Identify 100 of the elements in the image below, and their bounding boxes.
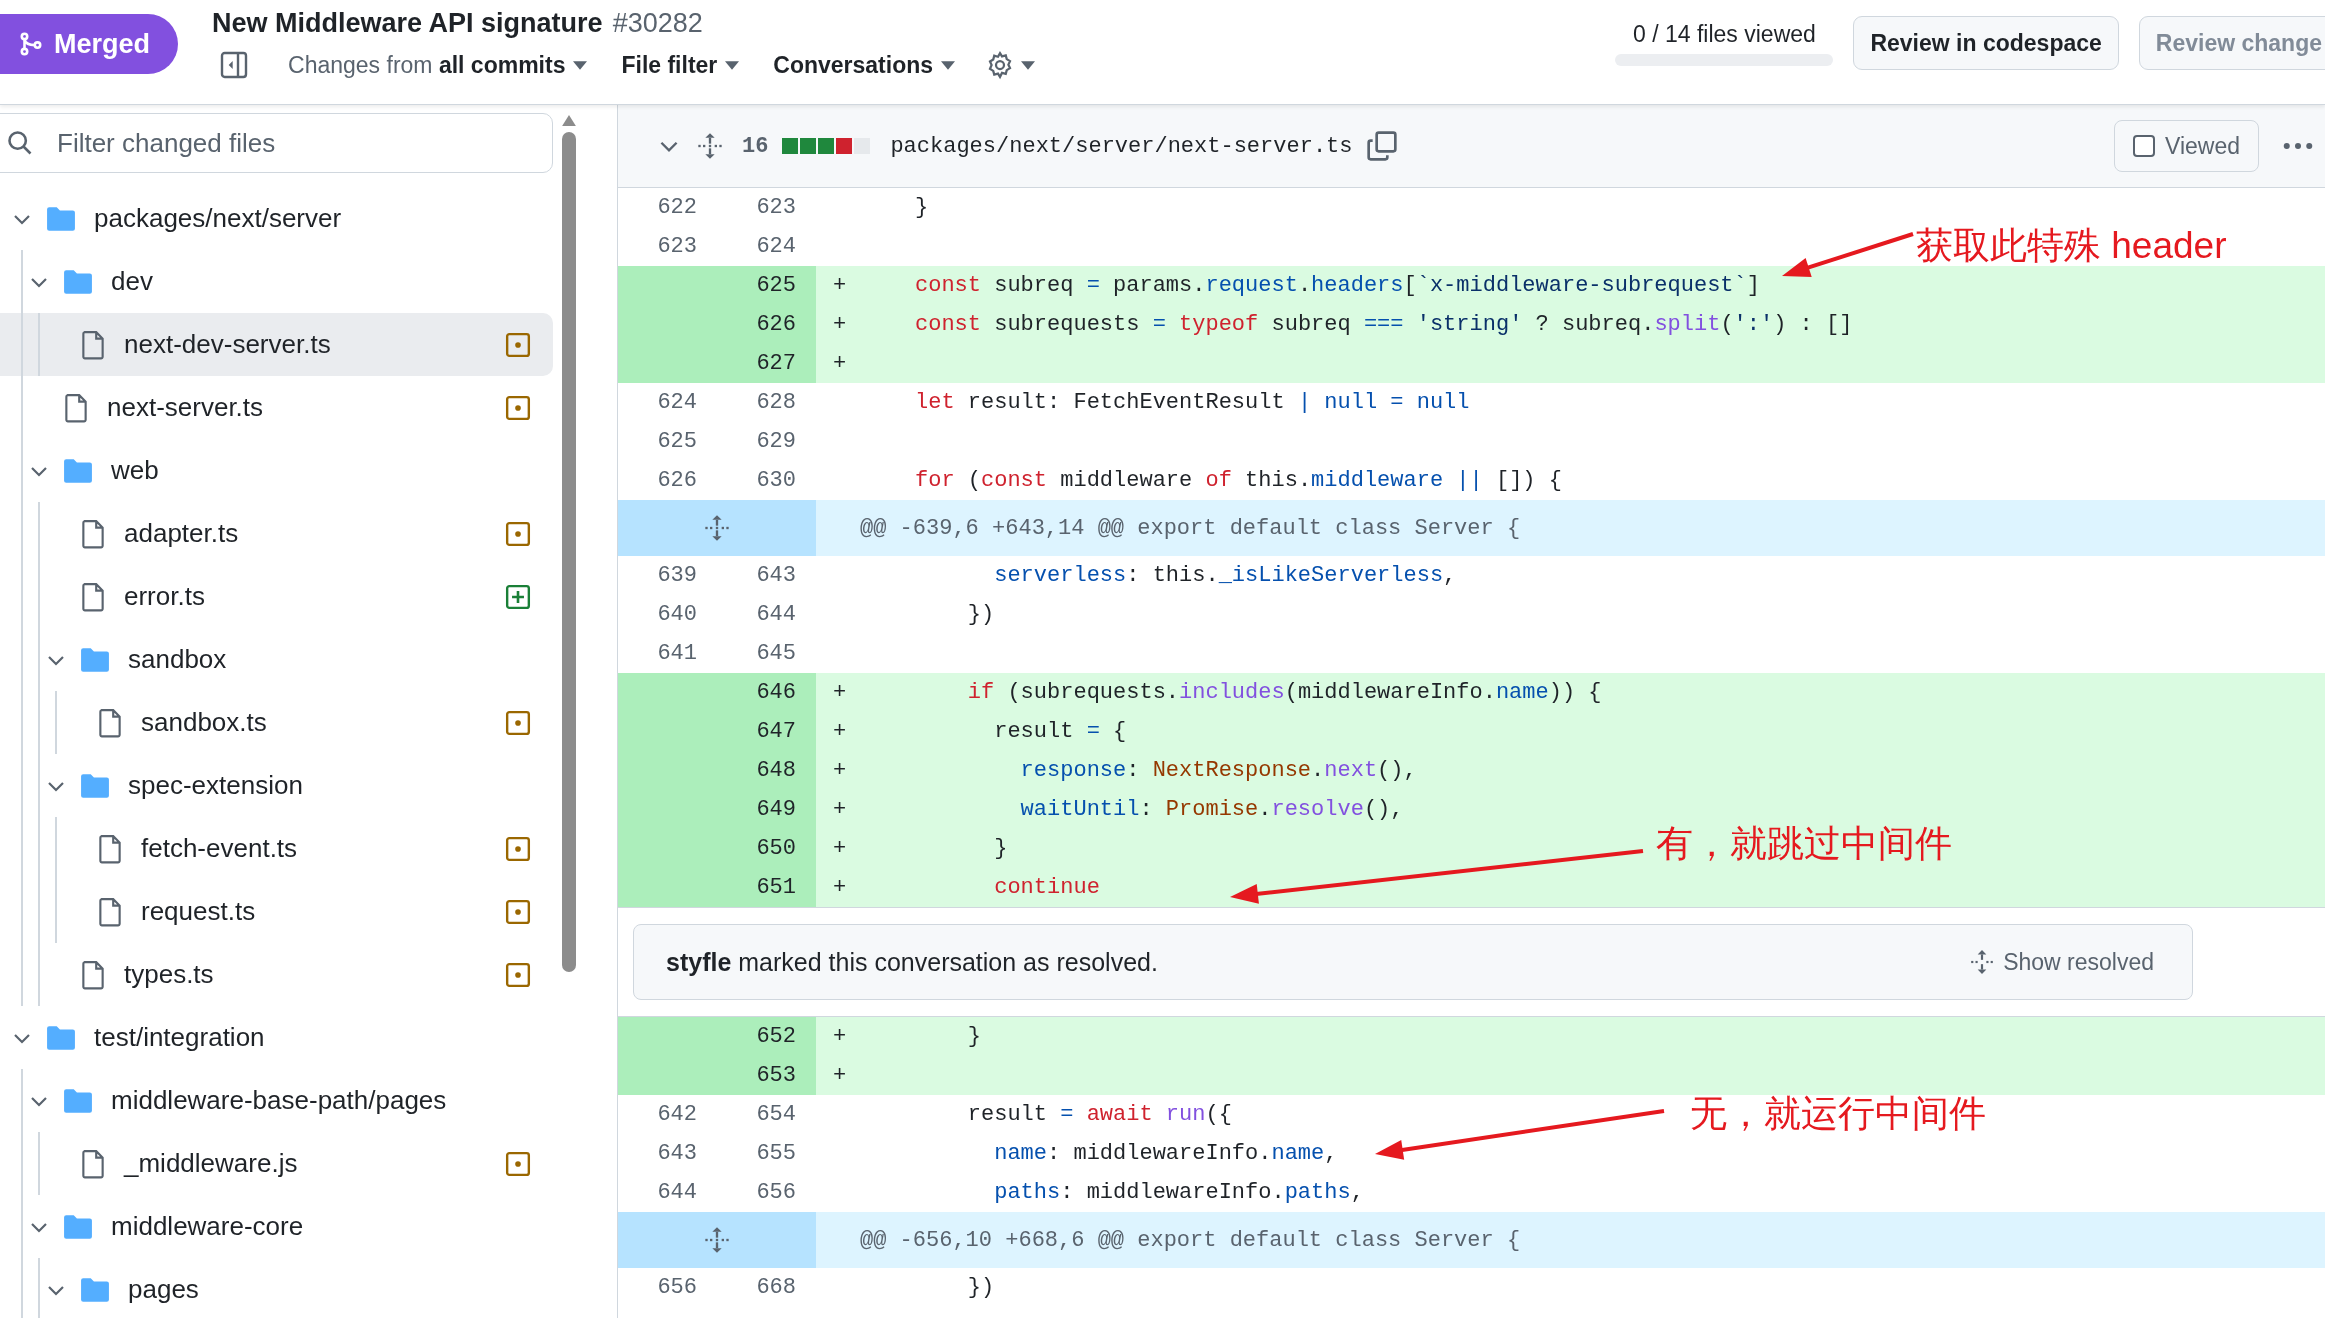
line-number[interactable]: 649: [717, 790, 816, 829]
folder-item[interactable]: dev: [0, 250, 553, 313]
diffstat-block: [782, 138, 799, 154]
file-item[interactable]: sandbox.ts: [0, 691, 553, 754]
filter-dropdown[interactable]: File filter: [621, 51, 740, 79]
diff-marker: +: [833, 758, 847, 783]
line-number[interactable]: 626: [717, 305, 816, 344]
folder-icon: [46, 1024, 76, 1051]
code-line: for (const middleware of this.middleware || []) {: [915, 468, 1562, 493]
file-item[interactable]: next-server.ts: [0, 376, 553, 439]
diffstat-block: [818, 138, 835, 154]
folder-item[interactable]: web: [0, 439, 553, 502]
folder-item[interactable]: sandbox: [0, 628, 553, 691]
folder-item[interactable]: test/integration: [0, 1006, 553, 1069]
file-item[interactable]: request.ts: [0, 880, 553, 943]
line-number[interactable]: 623: [618, 227, 717, 266]
line-number[interactable]: 639: [618, 556, 717, 595]
modified-icon: [505, 520, 531, 547]
review-button[interactable]: Review in codespace: [1853, 16, 2119, 70]
line-number[interactable]: 647: [717, 712, 816, 751]
expand-icon[interactable]: [696, 132, 724, 160]
line-number[interactable]: 652: [717, 1017, 816, 1056]
code-line: }: [915, 195, 929, 220]
folder-item[interactable]: middleware-core: [0, 1195, 553, 1258]
folder-icon: [63, 457, 93, 484]
line-number[interactable]: 640: [618, 595, 717, 634]
scroll-up-icon[interactable]: [562, 115, 576, 126]
line-number[interactable]: 629: [717, 422, 816, 461]
expand-icon: [1969, 949, 1996, 975]
file-item[interactable]: types.ts: [0, 943, 553, 1006]
file-icon: [80, 959, 106, 990]
line-number[interactable]: 651: [717, 868, 816, 907]
annotation-text: 无，就运行中间件: [1690, 1092, 1986, 1136]
expand-icon[interactable]: [703, 514, 731, 542]
search-field[interactable]: Filter changed files: [0, 113, 553, 173]
folder-icon: [63, 1213, 93, 1240]
modified-icon: [505, 961, 531, 988]
line-number[interactable]: 623: [717, 188, 816, 227]
file-item[interactable]: next-dev-server.ts: [0, 313, 553, 376]
line-number[interactable]: 653: [717, 1056, 816, 1095]
file-item[interactable]: error.ts: [0, 565, 553, 628]
expand-icon[interactable]: [703, 1226, 731, 1254]
line-number[interactable]: 624: [618, 383, 717, 422]
line-number[interactable]: 646: [717, 673, 816, 712]
resolved-message: styfle marked this conversation as resolved.: [666, 947, 1158, 977]
line-number[interactable]: 654: [717, 1095, 816, 1134]
line-number[interactable]: 645: [717, 634, 816, 673]
line-number[interactable]: 624: [717, 227, 816, 266]
file-path: packages/next/server/next-server.ts: [890, 133, 1353, 159]
line-number[interactable]: 650: [717, 829, 816, 868]
folder-item[interactable]: middleware-base-path/pages: [0, 1069, 553, 1132]
modified-icon: [505, 835, 531, 862]
diff-marker: +: [833, 273, 847, 298]
line-number[interactable]: 643: [618, 1134, 717, 1173]
line-number[interactable]: 644: [717, 595, 816, 634]
search-icon: [6, 129, 34, 157]
pr-number: #30282: [612, 8, 703, 39]
filter-dropdown[interactable]: Conversations: [773, 51, 956, 79]
folder-icon: [46, 205, 76, 232]
line-number[interactable]: 627: [717, 344, 816, 383]
line-number[interactable]: 641: [618, 634, 717, 673]
code-line: name: middlewareInfo.name,: [993, 1141, 1338, 1166]
line-number[interactable]: 648: [717, 751, 816, 790]
line-number[interactable]: 628: [717, 383, 816, 422]
line-number[interactable]: 625: [717, 266, 816, 305]
file-icon: [80, 1148, 106, 1179]
line-number[interactable]: 644: [618, 1173, 717, 1212]
code-line: }: [993, 836, 1008, 861]
folder-item[interactable]: pages: [0, 1258, 553, 1318]
file-item[interactable]: _middleware.js: [0, 1132, 553, 1195]
files-viewed-count: 0 / 14 files viewed: [1633, 20, 1816, 48]
modified-icon: [505, 331, 531, 358]
file-item[interactable]: fetch-event.ts: [0, 817, 553, 880]
folder-item[interactable]: spec-extension: [0, 754, 553, 817]
copy-icon[interactable]: [1366, 130, 1399, 162]
line-number[interactable]: 622: [618, 188, 717, 227]
line-number[interactable]: 626: [618, 461, 717, 500]
line-number[interactable]: 630: [717, 461, 816, 500]
file-icon: [97, 707, 123, 738]
line-number[interactable]: 642: [618, 1095, 717, 1134]
file-item[interactable]: adapter.ts: [0, 502, 553, 565]
caret-icon: [725, 60, 740, 70]
filter-dropdown[interactable]: Changes from all commits: [288, 51, 588, 79]
file-icon: [97, 896, 123, 927]
line-number[interactable]: 655: [717, 1134, 816, 1173]
folder-item[interactable]: packages/next/server: [0, 187, 553, 250]
diff-marker: +: [833, 680, 847, 705]
line-number[interactable]: 625: [618, 422, 717, 461]
viewed-toggle[interactable]: Viewed: [2113, 120, 2259, 172]
line-number[interactable]: 668: [717, 1268, 816, 1307]
more-options-icon[interactable]: [2283, 141, 2313, 151]
code-line: let result: FetchEventResult | null = null: [915, 390, 1470, 415]
folder-icon: [63, 1087, 93, 1114]
line-number[interactable]: 656: [717, 1173, 816, 1212]
caret-icon: [1021, 60, 1036, 70]
line-number[interactable]: 656: [618, 1268, 717, 1307]
modified-icon: [505, 898, 531, 925]
line-number[interactable]: 643: [717, 556, 816, 595]
show-resolved-button[interactable]: Show resolved: [1963, 947, 2160, 977]
pr-title: New Middleware API signature: [212, 8, 603, 39]
